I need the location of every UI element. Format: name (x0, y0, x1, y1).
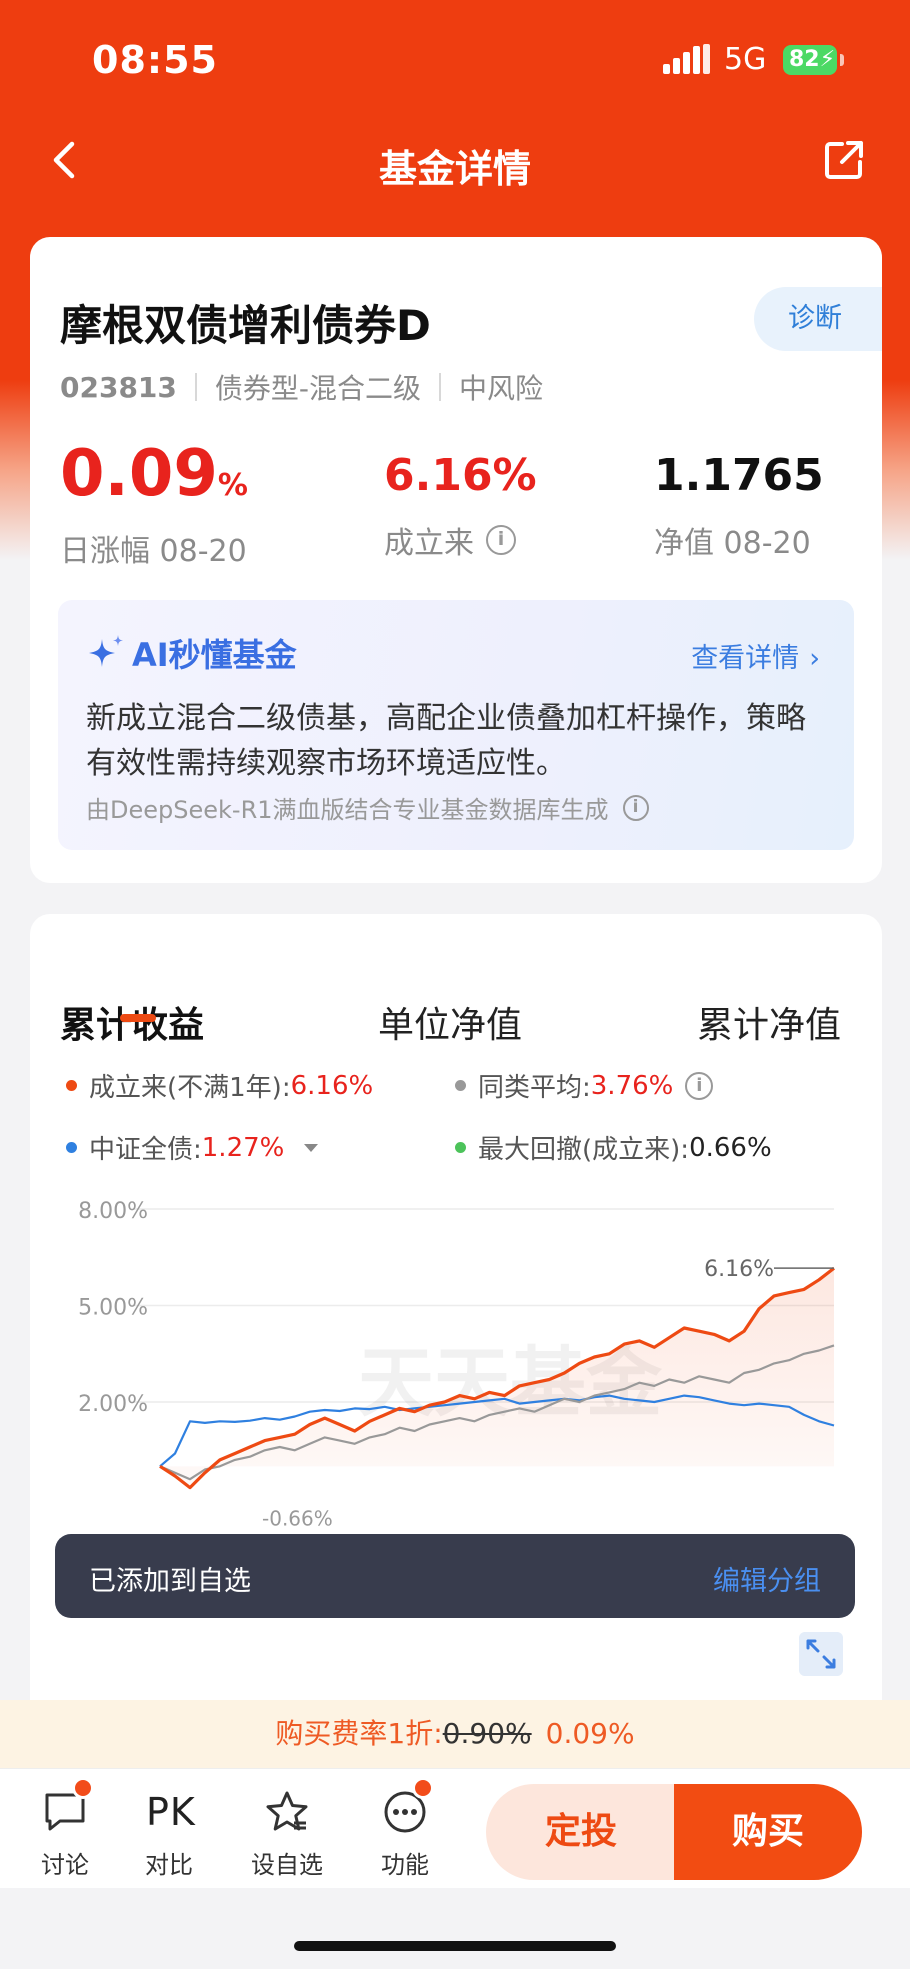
home-area (0, 1888, 910, 1969)
meta-divider (194, 373, 197, 401)
network-type: 5G (724, 42, 767, 77)
legend-drawdown: 最大回撤(成立来): 0.66% (455, 1129, 772, 1166)
legend-drawdown-label: 最大回撤(成立来): (478, 1135, 690, 1165)
legend-fund-label: 成立来(不满1年): (89, 1073, 291, 1103)
fund-code: 023813 (60, 370, 177, 404)
battery-level: 82 (789, 47, 820, 72)
function-label: 功能 (381, 1851, 429, 1879)
legend-peer: 同类平均: 3.76% i (455, 1067, 714, 1104)
ai-summary-box[interactable]: AI秒懂基金 查看详情 › 新成立混合二级债基，高配企业债叠加杠杆操作，策略有效性… (58, 600, 854, 850)
status-time: 08:55 (92, 38, 218, 82)
meta-divider (439, 373, 442, 401)
chart-tabs: 累计收益 单位净值 累计净值 (30, 954, 882, 1046)
tab-accumulated-nav[interactable]: 累计净值 (697, 996, 841, 1048)
ai-source-text: 由DeepSeek-R1满血版结合专业基金数据库生成 (86, 796, 609, 824)
more-icon (382, 1777, 434, 1835)
fund-meta: 023813 债券型-混合二级 中风险 (60, 367, 543, 407)
ai-more-label: 查看详情 (691, 643, 800, 674)
status-bar: 08:55 5G 82⚡ (0, 0, 910, 110)
auto-invest-button[interactable]: 定投 (486, 1784, 676, 1880)
legend-drawdown-value: 0.66% (689, 1132, 772, 1163)
notification-dot (72, 1777, 94, 1799)
tab-unit-nav[interactable]: 单位净值 (378, 996, 522, 1048)
fee-prefix: 购买费率1折: (275, 1717, 443, 1750)
legend-fund-value: 6.16% (290, 1070, 374, 1101)
legend-fund: 成立来(不满1年): 6.16% (66, 1067, 373, 1104)
since-inception-stat: 6.16% 成立来 i (384, 446, 537, 562)
end-value-label: 6.16% (704, 1257, 774, 1282)
discuss-button[interactable]: 讨论 (20, 1777, 110, 1880)
min-value-label: -0.66% (262, 1507, 333, 1531)
legend-index-value: 1.27% (201, 1132, 285, 1163)
nav-stat: 1.1765 净值 08-20 (654, 446, 824, 562)
buy-button[interactable]: 购买 (674, 1784, 862, 1880)
y-tick-label: 8.00% (78, 1199, 148, 1224)
ai-more-link[interactable]: 查看详情 › (691, 636, 820, 675)
info-icon[interactable]: i (486, 525, 516, 555)
daily-change-value: 0.09% (60, 437, 248, 511)
discuss-label: 讨论 (41, 1851, 89, 1879)
ai-summary-text: 新成立混合二级债基，高配企业债叠加杠杆操作，策略有效性需持续观察市场环境适应性。 (86, 701, 806, 781)
legend-dot (66, 1080, 77, 1091)
fee-banner: 购买费率1折:0.90% 0.09% (0, 1700, 910, 1768)
ai-source: 由DeepSeek-R1满血版结合专业基金数据库生成 i (86, 790, 649, 825)
legend-peer-value: 3.76% (590, 1070, 674, 1101)
ai-summary-title-text: AI秒懂基金 (132, 636, 297, 674)
chevron-right-icon: › (809, 643, 820, 674)
fund-name: 摩根双债增利债券D (60, 301, 431, 350)
fee-old-rate: 0.90% (442, 1717, 532, 1750)
toast: 已添加到自选 编辑分组 (55, 1534, 855, 1618)
function-button[interactable]: 功能 (360, 1777, 450, 1880)
legend-index-label: 中证全债: (89, 1135, 202, 1165)
legend-dot (455, 1142, 466, 1153)
daily-change-stat: 0.09% 日涨幅 08-20 (60, 440, 248, 570)
edit-group-button[interactable]: 编辑分组 (713, 1559, 821, 1598)
return-chart[interactable]: 8.00%5.00%2.00%-4.00%天天基金6.16%-0.66% (30, 1184, 882, 1724)
info-icon[interactable]: i (685, 1071, 714, 1100)
expand-icon[interactable] (799, 1632, 843, 1676)
notification-dot (412, 1777, 434, 1799)
legend-index[interactable]: 中证全债: 1.27% (66, 1129, 319, 1166)
since-inception-label: 成立来 (384, 526, 474, 561)
chat-icon (42, 1777, 94, 1835)
nav-value: 1.1765 (654, 450, 824, 501)
home-indicator (294, 1941, 616, 1951)
compare-label: 对比 (145, 1851, 193, 1879)
since-inception-value: 6.16% (384, 450, 537, 501)
share-icon[interactable] (822, 138, 866, 182)
fund-risk: 中风险 (459, 372, 544, 405)
battery-icon: 82⚡ (783, 45, 837, 75)
y-tick-label: 2.00% (78, 1392, 148, 1417)
add-watchlist-button[interactable]: 设自选 (242, 1789, 332, 1880)
fund-type: 债券型-混合二级 (214, 372, 422, 405)
legend-peer-label: 同类平均: (478, 1073, 591, 1103)
page-title: 基金详情 (378, 147, 531, 191)
nav-label: 净值 08-20 (654, 526, 811, 561)
pk-icon: PK (146, 1790, 196, 1834)
nav-bar: 基金详情 (0, 120, 910, 200)
tab-cumulative-return[interactable]: 累计收益 (60, 996, 204, 1048)
dropdown-caret-icon[interactable] (304, 1143, 319, 1152)
fund-summary-card: 摩根双债增利债券D 诊断 023813 债券型-混合二级 中风险 0.09% 日… (30, 237, 882, 883)
toast-text: 已添加到自选 (89, 1566, 251, 1597)
battery-tip (840, 54, 844, 66)
compare-button[interactable]: PK 对比 (124, 1789, 214, 1880)
fee-new-rate: 0.09% (545, 1717, 635, 1750)
legend-dot (66, 1142, 77, 1153)
active-tab-indicator (120, 1014, 156, 1022)
bottom-action-bar: 讨论 PK 对比 设自选 功能 定投 购买 (0, 1768, 910, 1888)
diagnose-button[interactable]: 诊断 (754, 287, 882, 351)
star-icon (264, 1789, 310, 1835)
sparkle-icon (89, 635, 123, 667)
legend-dot (455, 1080, 466, 1091)
add-watchlist-label: 设自选 (251, 1851, 323, 1879)
signal-icon (663, 44, 711, 74)
since-inception-label-row: 成立来 i (384, 518, 537, 562)
percent-unit: % (217, 468, 248, 503)
ai-summary-title: AI秒懂基金 (84, 630, 297, 676)
daily-change-label: 日涨幅 08-20 (60, 534, 247, 569)
info-icon[interactable]: i (622, 794, 649, 821)
y-tick-label: 5.00% (78, 1296, 148, 1321)
